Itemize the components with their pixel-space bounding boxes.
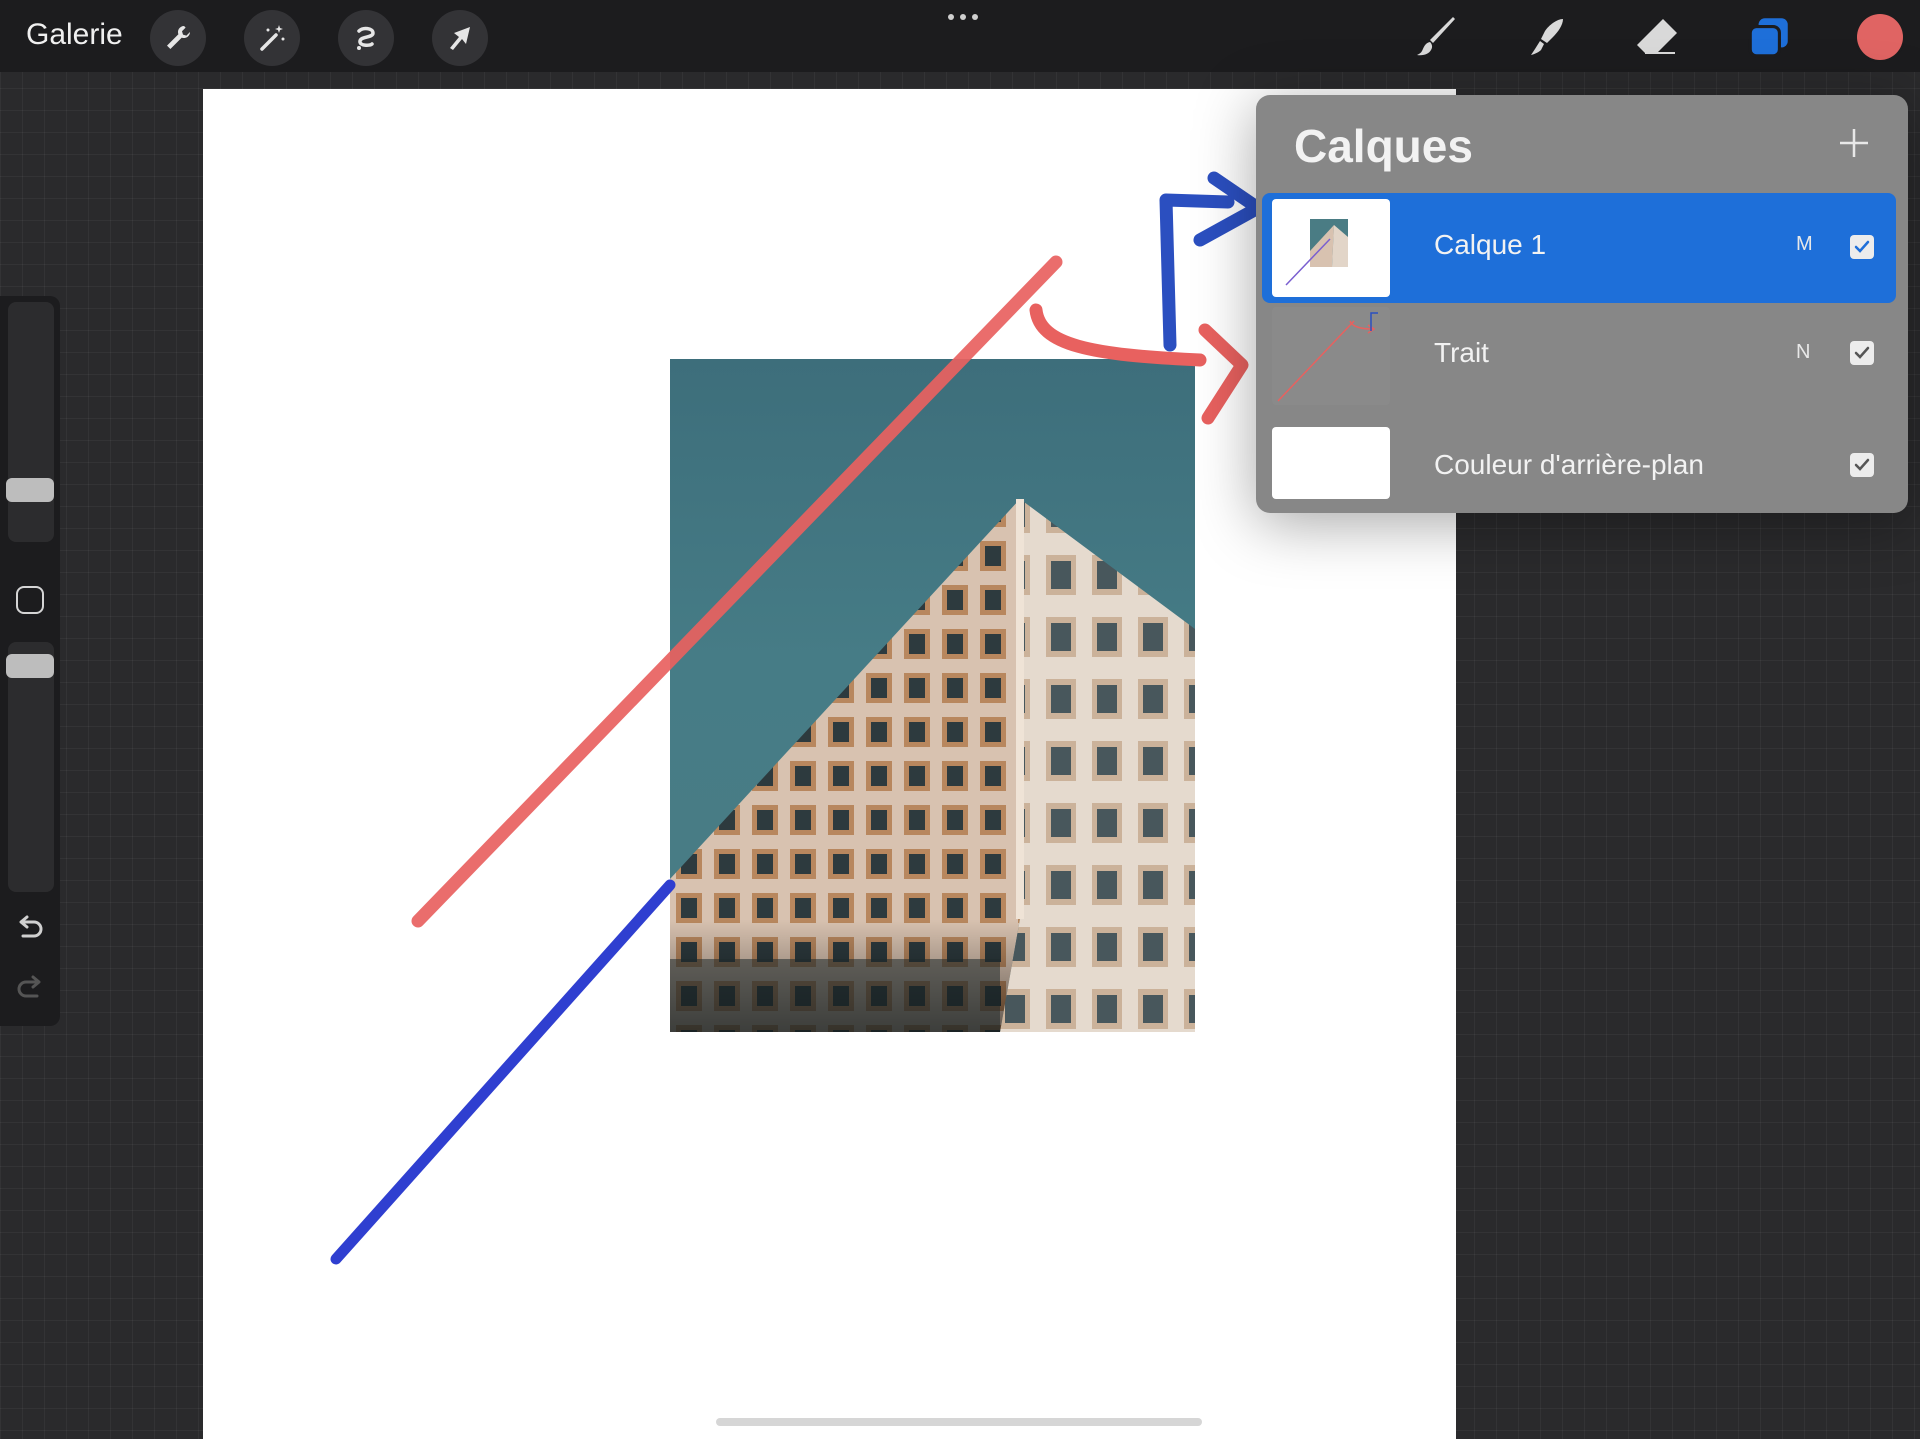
layers-panel: Calques Calque 1 M Trait N Couleur d'arr… (1256, 95, 1908, 513)
layer-row-trait[interactable]: Trait N (1262, 305, 1896, 405)
home-indicator (716, 1418, 1202, 1426)
transform-button[interactable] (432, 10, 488, 66)
layers-icon (1748, 18, 1788, 58)
layer-name: Trait (1434, 337, 1489, 368)
left-sidebar (0, 296, 60, 1026)
eraser-icon (1637, 19, 1677, 54)
checkmark-icon (1854, 240, 1870, 253)
building-photo (670, 359, 1195, 1032)
brush-size-thumb[interactable] (6, 478, 54, 502)
layer-thumbnail (1272, 199, 1390, 297)
checkmark-icon (1854, 346, 1870, 359)
wrench-icon (167, 25, 191, 49)
gallery-button[interactable]: Galerie (26, 18, 123, 52)
visibility-checkbox[interactable] (1850, 235, 1874, 259)
blend-mode-button[interactable]: N (1796, 341, 1810, 364)
layer-row-calque-1[interactable]: Calque 1 M (1262, 193, 1896, 303)
brush-icon (1417, 17, 1455, 56)
eraser-button[interactable] (1630, 10, 1684, 64)
actions-button[interactable] (150, 10, 206, 66)
magic-wand-icon (260, 25, 285, 51)
undo-icon[interactable] (14, 912, 46, 944)
selection-icon (357, 26, 375, 50)
blend-mode-button[interactable]: M (1796, 233, 1813, 256)
layer-row-background-color[interactable]: Couleur d'arrière-plan (1262, 411, 1896, 507)
checkmark-icon (1854, 458, 1870, 471)
redo-icon[interactable] (14, 972, 46, 1004)
smudge-icon (1531, 19, 1563, 55)
color-swatch-button[interactable] (1857, 14, 1903, 60)
visibility-checkbox[interactable] (1850, 341, 1874, 365)
layers-panel-title: Calques (1294, 120, 1473, 172)
layer-thumbnail (1272, 307, 1390, 405)
opacity-slider[interactable] (6, 642, 54, 892)
more-dots-icon[interactable] (946, 8, 980, 26)
top-toolbar: Galerie (0, 0, 1920, 72)
smudge-button[interactable] (1520, 10, 1574, 64)
modifier-square-button[interactable] (16, 586, 44, 614)
selection-button[interactable] (338, 10, 394, 66)
brush-size-slider[interactable] (6, 302, 54, 542)
layer-name: Couleur d'arrière-plan (1434, 449, 1704, 480)
layers-button[interactable] (1742, 10, 1796, 64)
brush-button[interactable] (1410, 10, 1464, 64)
layer-name: Calque 1 (1434, 229, 1547, 260)
transform-arrow-icon (450, 27, 470, 50)
visibility-checkbox[interactable] (1850, 453, 1874, 477)
opacity-thumb[interactable] (6, 654, 54, 678)
building-illustration (670, 499, 1195, 1032)
adjustments-button[interactable] (244, 10, 300, 66)
background-color-thumbnail (1272, 427, 1390, 499)
plus-icon[interactable] (1836, 125, 1872, 161)
